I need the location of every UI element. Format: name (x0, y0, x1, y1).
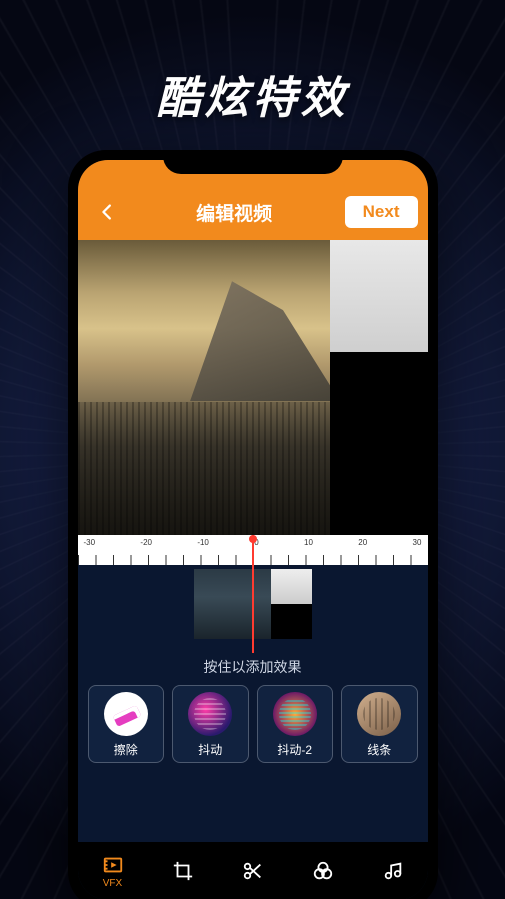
tab-filter[interactable] (288, 860, 358, 882)
filter-icon (312, 860, 334, 882)
clip-strip[interactable] (78, 565, 428, 647)
tab-vfx[interactable]: VFX (78, 854, 148, 889)
tick-label: -20 (140, 538, 152, 547)
arrow-left-icon (97, 201, 119, 223)
effect-label: 抖动-2 (277, 741, 312, 758)
clip-effect-segment (271, 569, 311, 639)
phone-mockup: 编辑视频 Next -30 -20 -10 0 10 20 (68, 150, 438, 899)
tool-tabs: VFX (78, 842, 428, 899)
back-button[interactable] (92, 196, 124, 228)
tab-music[interactable] (358, 860, 428, 882)
tick-label: 10 (304, 538, 313, 547)
playhead[interactable] (252, 535, 254, 653)
next-button[interactable]: Next (345, 196, 418, 228)
eraser-icon (104, 692, 148, 736)
effect-shake[interactable]: 抖动 (172, 685, 249, 763)
effect-shake-2[interactable]: 抖动-2 (257, 685, 334, 763)
appbar-title: 编辑视频 (124, 199, 345, 226)
lines-icon (357, 692, 401, 736)
tab-crop[interactable] (148, 860, 218, 882)
tick-label: 30 (413, 538, 422, 547)
effect-label: 擦除 (114, 741, 138, 758)
tab-cut[interactable] (218, 860, 288, 882)
tick-label: 20 (358, 538, 367, 547)
effect-lines[interactable]: 线条 (341, 685, 418, 763)
effect-rail: 擦除 抖动 抖动-2 线条 (78, 685, 428, 763)
vfx-icon (102, 854, 124, 876)
phone-notch (163, 150, 343, 174)
glitch-icon (188, 692, 232, 736)
effect-label: 线条 (367, 741, 391, 758)
tick-label: -30 (84, 538, 96, 547)
promo-background: 酷炫特效 编辑视频 Next (0, 0, 505, 899)
tab-label: VFX (103, 878, 122, 889)
glitch-icon (273, 692, 317, 736)
effect-overlay-light (330, 240, 428, 352)
video-preview[interactable] (78, 240, 428, 535)
app-screen: 编辑视频 Next -30 -20 -10 0 10 20 (78, 160, 428, 899)
crop-icon (172, 860, 194, 882)
scissors-icon (242, 860, 264, 882)
promo-title: 酷炫特效 (0, 62, 505, 126)
clip-thumbnail (194, 569, 272, 639)
effect-label: 抖动 (198, 741, 222, 758)
effect-erase[interactable]: 擦除 (88, 685, 165, 763)
music-icon (382, 860, 404, 882)
tick-label: -10 (197, 538, 209, 547)
effect-hint: 按住以添加效果 (78, 657, 428, 677)
